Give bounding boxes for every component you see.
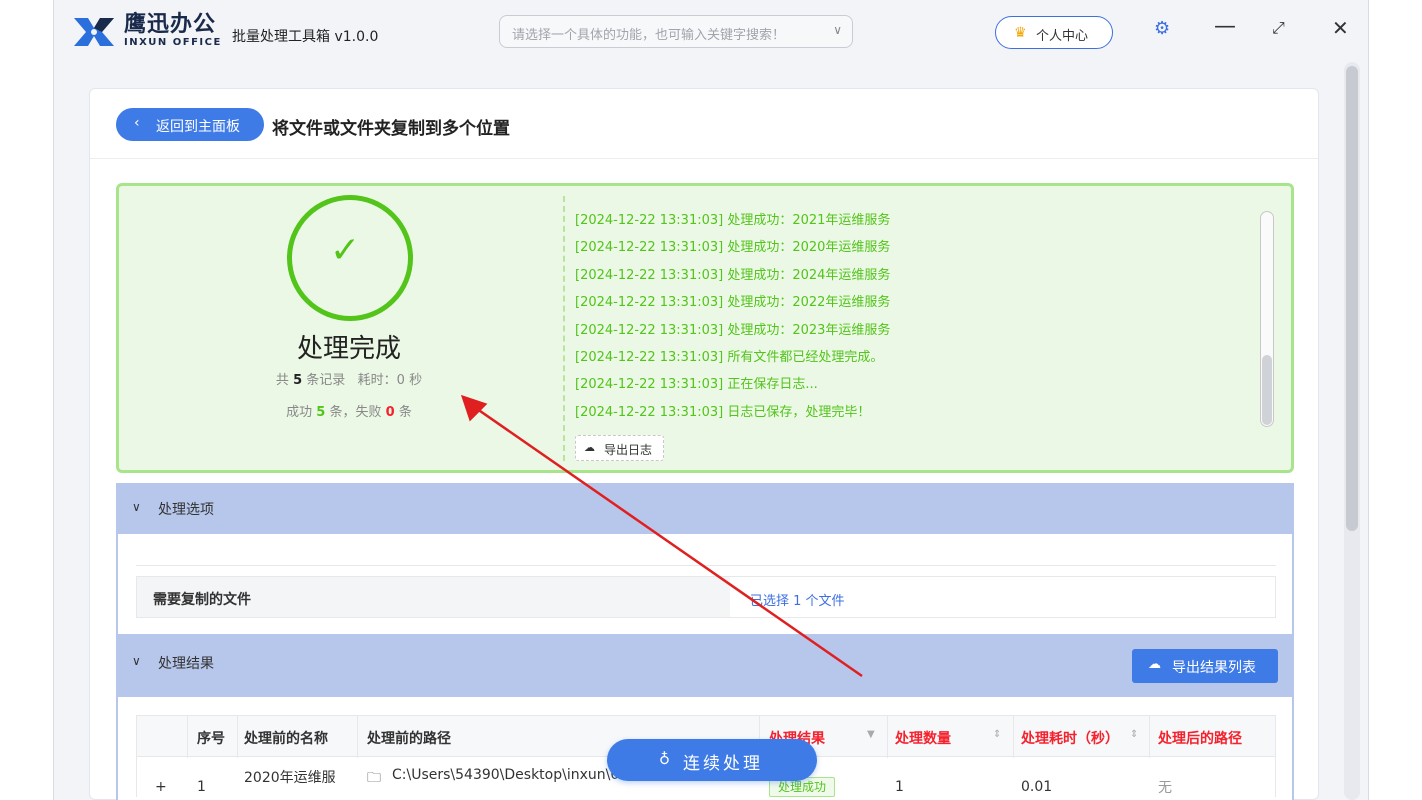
minimize-icon[interactable]: — <box>1214 14 1236 39</box>
col-after-path: 处理后的路径 <box>1158 731 1242 747</box>
log-line: [2024-12-22 13:31:03] 所有文件都已经处理完成。 <box>575 349 884 365</box>
log-line: [2024-12-22 13:31:03] 日志已保存，处理完毕！ <box>575 404 871 420</box>
export-results-button[interactable]: ☁ 导出结果列表 <box>1132 649 1278 683</box>
bulb-icon: ♁ <box>659 750 673 768</box>
selected-files-link[interactable]: 已选择 1 个文件 <box>750 590 845 609</box>
column-separator <box>237 716 238 758</box>
continue-processing-label: 连续处理 <box>683 754 763 774</box>
close-icon[interactable]: ✕ <box>1332 16 1349 40</box>
expand-icon[interactable]: + <box>155 779 167 795</box>
option-row: 需要复制的文件 已选择 1 个文件 <box>136 576 1276 618</box>
log-line: [2024-12-22 13:31:03] 处理成功：2021年运维服务 <box>575 213 891 228</box>
success-fail-stats: 成功 5 条，失败 0 条 <box>229 401 469 420</box>
row-index: 1 <box>197 779 206 795</box>
col-index: 序号 <box>197 731 225 747</box>
column-separator <box>887 716 888 758</box>
folder-icon: 🗀 <box>367 770 381 786</box>
back-button[interactable]: ‹ 返回到主面板 <box>116 108 264 141</box>
log-line: [2024-12-22 13:31:03] 处理成功：2023年运维服务 <box>575 322 891 338</box>
log-scrollbar-thumb[interactable] <box>1262 355 1272 425</box>
brand-name-en: INXUN OFFICE <box>124 37 222 48</box>
column-separator <box>187 716 188 758</box>
continue-processing-button[interactable]: ♁ 连续处理 <box>607 739 817 781</box>
col-path: 处理前的路径 <box>367 731 451 747</box>
chevron-down-icon[interactable]: ∨ <box>833 23 842 37</box>
results-section-header[interactable]: ∨ 处理结果 ☁ 导出结果列表 <box>116 634 1294 697</box>
log-line: [2024-12-22 13:31:03] 正在保存日志... <box>575 377 818 393</box>
main-card: ‹ 返回到主面板 将文件或文件夹复制到多个位置 ✓ 处理完成 共 5 条记录 耗… <box>89 88 1319 800</box>
scrollbar-thumb[interactable] <box>1346 66 1358 531</box>
options-section-label: 处理选项 <box>158 502 214 518</box>
row-path: C:\Users\54390\Desktop\inxun\031 <box>392 767 638 783</box>
log-line: [2024-12-22 13:31:03] 处理成功：2024年运维服务 <box>575 267 891 283</box>
sort-icon[interactable]: ⇕ <box>1130 729 1138 740</box>
window-scrollbar[interactable] <box>1344 62 1360 800</box>
row-after-path: 无 <box>1158 780 1172 796</box>
result-panel: ✓ 处理完成 共 5 条记录 耗时：0 秒 成功 5 条，失败 0 条 [202… <box>116 183 1294 473</box>
sort-icon[interactable]: ⇕ <box>993 729 1001 740</box>
success-mid: 条，失败 <box>329 405 382 420</box>
maximize-icon[interactable]: ⤢ <box>1272 18 1285 38</box>
total-count: 5 <box>293 373 303 388</box>
gear-icon[interactable]: ⚙ <box>1154 18 1170 39</box>
success-prefix: 成功 <box>286 405 313 420</box>
search-box[interactable]: 请选择一个具体的功能，也可输入关键字搜索！ ∨ <box>499 15 853 48</box>
col-count: 处理数量 <box>895 731 951 747</box>
total-suffix: 条记录 <box>306 373 346 388</box>
brand-name-cn: 鹰迅办公 <box>124 12 217 37</box>
export-log-button[interactable]: ☁ 导出日志 <box>575 435 664 461</box>
row-name: 2020年运维服 <box>244 770 336 786</box>
brand: 鹰迅办公 INXUN OFFICE <box>124 13 222 49</box>
col-time: 处理耗时（秒） <box>1021 731 1119 747</box>
export-log-label: 导出日志 <box>604 443 653 457</box>
success-ring: ✓ <box>287 195 413 321</box>
check-icon: ✓ <box>330 230 361 271</box>
page-title: 将文件或文件夹复制到多个位置 <box>272 119 510 139</box>
user-center-label: 个人中心 <box>1036 29 1089 44</box>
app-window: 鹰迅办公 INXUN OFFICE 批量处理工具箱 v1.0.0 请选择一个具体… <box>53 0 1369 800</box>
options-body: 需要复制的文件 已选择 1 个文件 <box>116 534 1294 634</box>
chevron-down-icon[interactable]: ∨ <box>132 500 141 514</box>
elapsed-time: 耗时：0 秒 <box>357 373 423 388</box>
chevron-left-icon: ‹ <box>134 115 140 131</box>
log-list: [2024-12-22 13:31:03] 处理成功：2021年运维服务 [20… <box>575 207 1215 426</box>
column-separator <box>357 716 358 758</box>
col-name: 处理前的名称 <box>244 731 328 747</box>
cloud-upload-icon: ☁ <box>1148 657 1161 672</box>
cloud-upload-icon: ☁ <box>584 441 595 454</box>
divider <box>136 565 1276 566</box>
user-center-button[interactable]: ♛ 个人中心 <box>995 16 1113 49</box>
option-key: 需要复制的文件 <box>137 577 730 617</box>
filter-icon[interactable]: ▼ <box>867 729 875 740</box>
chevron-down-icon[interactable]: ∨ <box>132 654 141 668</box>
options-section-header[interactable]: ∨ 处理选项 <box>116 483 1294 534</box>
app-title: 批量处理工具箱 v1.0.0 <box>232 29 379 45</box>
log-scrollbar[interactable] <box>1260 211 1274 427</box>
card-header: ‹ 返回到主面板 将文件或文件夹复制到多个位置 <box>90 89 1318 159</box>
column-separator <box>1013 716 1014 758</box>
log-line: [2024-12-22 13:31:03] 处理成功：2020年运维服务 <box>575 240 891 256</box>
search-input[interactable]: 请选择一个具体的功能，也可输入关键字搜索！ <box>512 24 785 43</box>
back-button-label: 返回到主面板 <box>156 119 240 135</box>
record-stats: 共 5 条记录 耗时：0 秒 <box>229 369 469 388</box>
row-count: 1 <box>895 779 904 795</box>
results-section-label: 处理结果 <box>158 656 214 672</box>
fail-suffix: 条 <box>398 405 412 420</box>
fail-count: 0 <box>385 405 395 420</box>
total-prefix: 共 <box>275 373 289 388</box>
row-time: 0.01 <box>1021 779 1053 795</box>
success-count: 5 <box>316 405 326 420</box>
crown-icon: ♛ <box>1014 25 1027 41</box>
divider <box>563 196 565 461</box>
inxun-logo-icon <box>74 18 114 46</box>
title-bar: 鹰迅办公 INXUN OFFICE 批量处理工具箱 v1.0.0 请选择一个具体… <box>54 0 1368 64</box>
column-separator <box>1149 716 1150 758</box>
log-line: [2024-12-22 13:31:03] 处理成功：2022年运维服务 <box>575 295 891 311</box>
done-title: 处理完成 <box>296 334 401 364</box>
export-results-label: 导出结果列表 <box>1172 660 1256 676</box>
